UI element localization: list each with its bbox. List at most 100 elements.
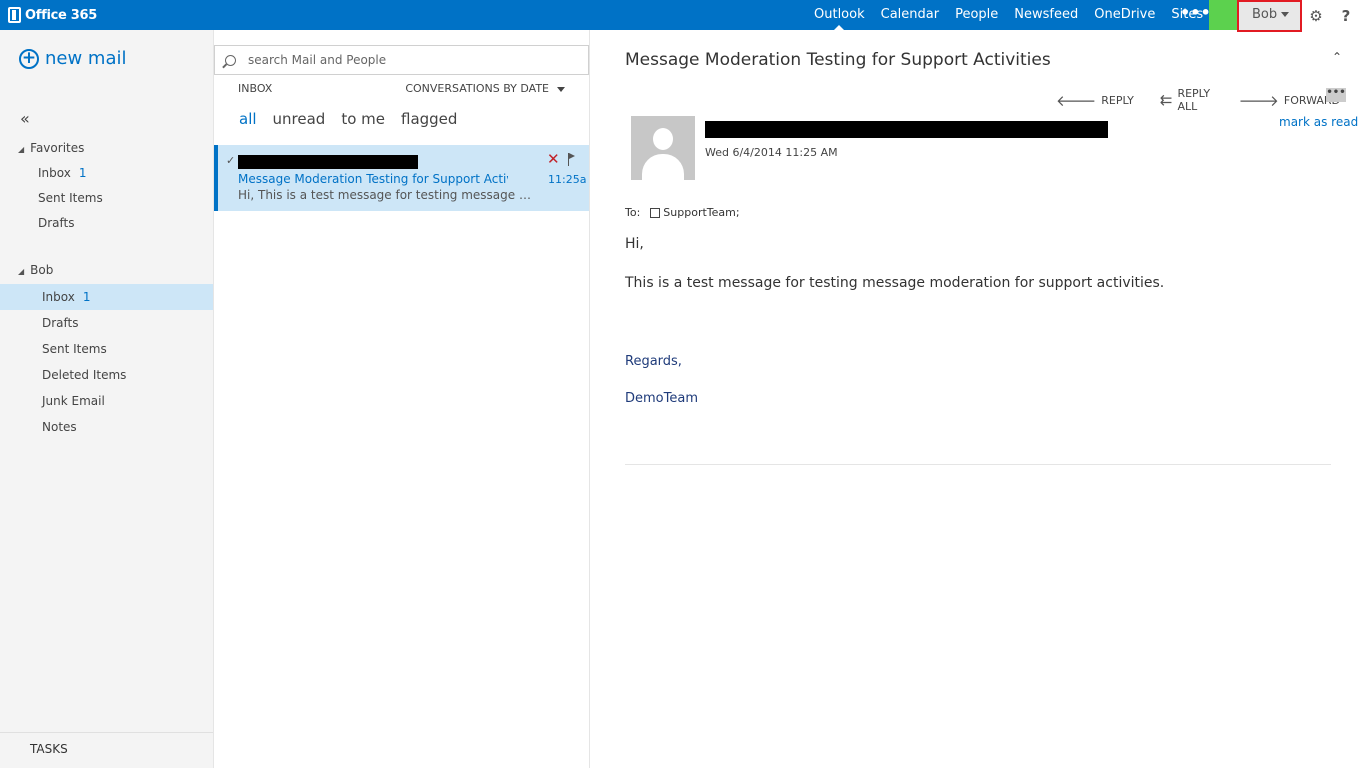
message-subject-heading: Message Moderation Testing for Support A… xyxy=(625,50,1051,70)
collapse-pane-icon[interactable]: « xyxy=(20,109,30,128)
favorite-inbox[interactable]: Inbox 1 xyxy=(0,160,213,186)
folder-label: Notes xyxy=(42,420,77,434)
favorites-header[interactable]: ◢ Favorites xyxy=(18,141,84,155)
signature: Regards, DemoTeam xyxy=(625,354,698,406)
folder-inbox[interactable]: Inbox 1 xyxy=(0,284,213,310)
reply-label: REPLY xyxy=(1101,93,1134,107)
list-item[interactable]: ✓ ✕ Message Moderation Testing for Suppo… xyxy=(214,145,589,211)
gear-icon[interactable]: ⚙ xyxy=(1305,5,1327,27)
check-icon[interactable]: ✓ xyxy=(226,154,235,167)
expand-triangle-icon: ◢ xyxy=(18,145,25,154)
message-actions: 🡐 REPLY ⇇ REPLY ALL 🡒 FORWARD xyxy=(1056,87,1366,113)
person-icon-head xyxy=(653,128,673,150)
filter-all[interactable]: all xyxy=(239,110,257,128)
reply-button[interactable]: 🡐 REPLY xyxy=(1056,87,1134,113)
folder-label: Drafts xyxy=(42,316,79,330)
message-date: Wed 6/4/2014 11:25 AM xyxy=(705,146,838,159)
divider xyxy=(625,464,1331,465)
forward-button[interactable]: 🡒 FORWARD xyxy=(1239,87,1340,113)
list-title: INBOX xyxy=(238,82,273,95)
status-indicator xyxy=(1209,0,1237,30)
folder-label: Junk Email xyxy=(42,394,105,408)
new-mail-label: new mail xyxy=(45,48,127,69)
folder-deleted-items[interactable]: Deleted Items xyxy=(0,362,213,388)
filter-flagged[interactable]: flagged xyxy=(401,110,457,128)
favorite-sent-items[interactable]: Sent Items xyxy=(0,185,213,211)
office-icon xyxy=(8,7,21,23)
chevron-down-icon xyxy=(557,86,565,92)
person-icon-body xyxy=(642,154,684,180)
folder-label: Inbox xyxy=(38,166,71,180)
folder-pane: + new mail « ◢ Favorites Inbox 1 Sent Item… xyxy=(0,30,214,768)
search-icon xyxy=(225,54,236,66)
folder-label: Sent Items xyxy=(38,191,103,205)
top-bar: Office 365 Outlook Calendar People Newsf… xyxy=(0,0,1366,32)
message-preview: Hi, This is a test message for testing m… xyxy=(238,188,542,202)
sign-name: DemoTeam xyxy=(625,391,698,406)
chevron-down-icon xyxy=(1281,12,1290,17)
message-body: Hi, This is a test message for testing m… xyxy=(625,236,1325,291)
arrow-left-icon: 🡐 xyxy=(1056,91,1097,110)
folder-label: Sent Items xyxy=(42,342,107,356)
folder-drafts[interactable]: Drafts xyxy=(0,310,213,336)
unread-count: 1 xyxy=(82,290,91,304)
more-actions-button[interactable]: ••• xyxy=(1326,88,1346,102)
account-label: Bob xyxy=(30,263,54,277)
recipient-checkbox[interactable] xyxy=(650,207,661,218)
favorites-label: Favorites xyxy=(30,141,85,155)
sort-dropdown[interactable]: CONVERSATIONS BY DATE xyxy=(405,82,565,95)
greeting: Hi, xyxy=(625,236,644,252)
nav-calendar[interactable]: Calendar xyxy=(873,0,947,30)
nav-onedrive[interactable]: OneDrive xyxy=(1086,0,1163,30)
plus-circle-icon: + xyxy=(19,48,39,69)
double-chevron-up-icon[interactable]: ⌃ xyxy=(1332,50,1342,64)
message-list-pane: search Mail and People INBOX CONVERSATIO… xyxy=(214,30,590,768)
folder-sent-items[interactable]: Sent Items xyxy=(0,336,213,362)
unread-count: 1 xyxy=(78,166,87,180)
more-apps-button[interactable]: ••• xyxy=(1180,0,1211,30)
account-header[interactable]: ◢ Bob xyxy=(18,263,53,277)
new-mail-button[interactable]: + new mail xyxy=(19,48,127,69)
sort-label: CONVERSATIONS BY DATE xyxy=(405,82,549,95)
nav-newsfeed[interactable]: Newsfeed xyxy=(1006,0,1086,30)
folder-label: Deleted Items xyxy=(42,368,127,382)
mark-as-read-link[interactable]: mark as read xyxy=(1279,115,1358,129)
user-menu-button[interactable]: Bob xyxy=(1237,0,1302,32)
folder-label: Inbox xyxy=(42,290,75,304)
flag-icon[interactable] xyxy=(568,153,576,166)
filter-bar: all unread to me flagged xyxy=(239,110,473,128)
filter-to-me[interactable]: to me xyxy=(341,110,385,128)
arrow-right-icon: 🡒 xyxy=(1238,91,1279,110)
message-time: 11:25a xyxy=(548,173,587,186)
reply-all-label: REPLY ALL xyxy=(1177,87,1211,113)
expand-triangle-icon: ◢ xyxy=(18,267,25,276)
folder-notes[interactable]: Notes xyxy=(0,414,213,440)
sender-redacted xyxy=(238,155,418,169)
tasks-link[interactable]: TASKS xyxy=(30,742,68,756)
body-paragraph: This is a test message for testing messa… xyxy=(625,275,1165,291)
help-icon[interactable]: ? xyxy=(1335,5,1357,27)
delete-icon[interactable]: ✕ xyxy=(547,150,560,168)
recipients: To: SupportTeam; xyxy=(625,206,740,219)
double-arrow-left-icon: ⇇ xyxy=(1159,91,1173,109)
folder-label: Drafts xyxy=(38,216,75,230)
office365-logo[interactable]: Office 365 xyxy=(8,6,97,24)
sender-redacted xyxy=(705,121,1108,138)
nav-people[interactable]: People xyxy=(947,0,1006,30)
search-box[interactable]: search Mail and People xyxy=(214,45,589,75)
filter-unread[interactable]: unread xyxy=(273,110,326,128)
nav-outlook[interactable]: Outlook xyxy=(806,0,873,30)
regards-line: Regards, xyxy=(625,354,682,369)
to-label: To: xyxy=(625,206,641,219)
recipient-name[interactable]: SupportTeam; xyxy=(663,206,739,219)
top-nav: Outlook Calendar People Newsfeed OneDriv… xyxy=(806,0,1211,30)
favorite-drafts[interactable]: Drafts xyxy=(0,210,213,236)
folder-junk-email[interactable]: Junk Email xyxy=(0,388,213,414)
divider xyxy=(0,732,213,733)
brand-name: Office 365 xyxy=(25,7,98,23)
search-input[interactable]: search Mail and People xyxy=(248,53,386,67)
reading-pane: Message Moderation Testing for Support A… xyxy=(590,30,1366,768)
reply-all-button[interactable]: ⇇ REPLY ALL xyxy=(1160,87,1213,113)
avatar xyxy=(631,116,695,180)
message-subject: Message Moderation Testing for Support A… xyxy=(238,172,508,186)
